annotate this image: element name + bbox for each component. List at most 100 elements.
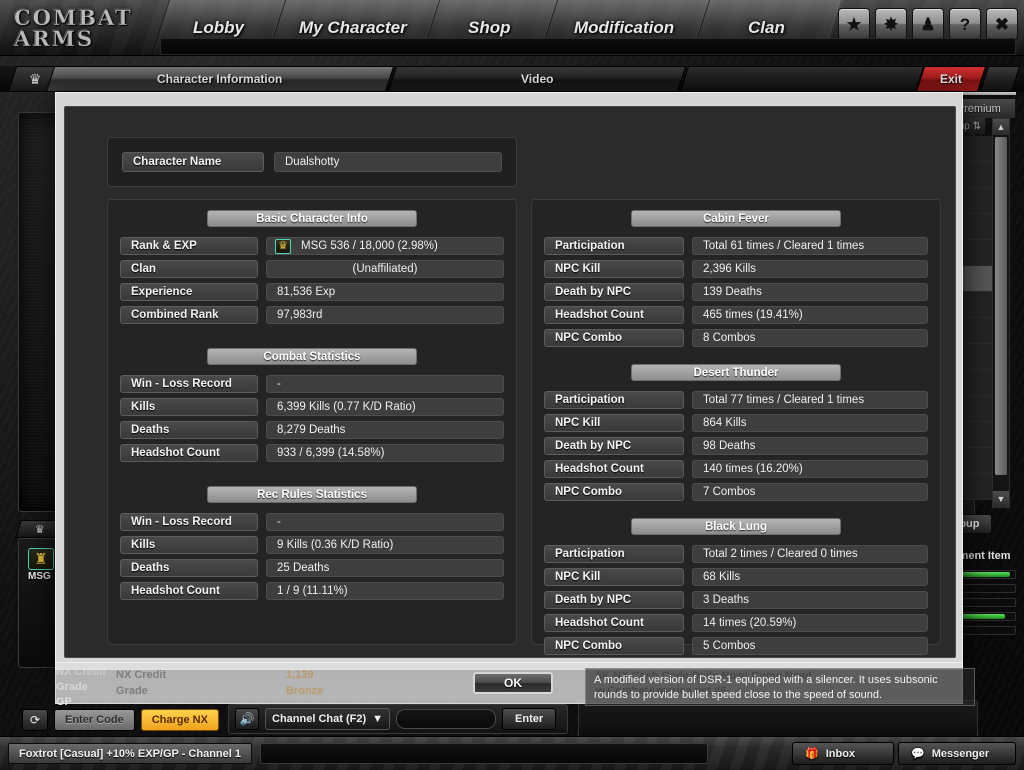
nav-label: My Character xyxy=(299,18,407,37)
row-label: NPC Combo xyxy=(544,637,684,655)
bell-icon[interactable]: ♟ xyxy=(912,8,944,40)
exit-label: Exit xyxy=(939,72,962,86)
rank-badge-icon: ♛ xyxy=(275,238,291,254)
help-icon[interactable]: ? xyxy=(949,8,981,40)
section-desert-thunder: Desert Thunder Participation Total 77 ti… xyxy=(532,347,940,501)
row-label: NPC Kill xyxy=(544,414,684,432)
chat-input[interactable] xyxy=(396,709,497,729)
row-label: NPC Combo xyxy=(544,329,684,347)
charge-nx-button[interactable]: Charge NX xyxy=(140,709,219,731)
row-label: Rank & EXP xyxy=(120,237,258,255)
row-label: Headshot Count xyxy=(544,614,684,632)
messenger-button[interactable]: 💬 Messenger xyxy=(898,742,1016,765)
section-rows: Participation Total 2 times / Cleared 0 … xyxy=(544,545,928,655)
row-value: 465 times (19.41%) xyxy=(692,306,928,324)
ghost-row: Grade Bronze xyxy=(116,685,324,697)
section-basic-character-info: Basic Character Info Rank & EXP ♛ MSG 53… xyxy=(108,200,516,324)
right-stats-panel: Cabin Fever Participation Total 61 times… xyxy=(531,199,941,655)
row-label: Death by NPC xyxy=(544,283,684,301)
character-name-card: Character Name Dualshotty xyxy=(107,137,517,187)
gear-icon[interactable]: ✸ xyxy=(875,8,907,40)
row-label: Participation xyxy=(544,545,684,563)
row-value: 140 times (16.20%) xyxy=(692,460,928,478)
row-label: Deaths xyxy=(120,421,258,439)
row-value: 5 Combos xyxy=(692,637,928,655)
row-value: 6,399 Kills (0.77 K/D Ratio) xyxy=(266,398,504,416)
character-name-value: Dualshotty xyxy=(274,152,502,172)
section-rec-rules-statistics: Rec Rules Statistics Win - Loss Record -… xyxy=(108,462,516,600)
refresh-icon[interactable]: ⟳ xyxy=(22,709,48,731)
row-value: (Unaffiliated) xyxy=(266,260,504,278)
section-rows: Win - Loss Record - Kills 9 Kills (0.36 … xyxy=(120,513,504,600)
section-title: Rec Rules Statistics xyxy=(207,486,417,503)
row-value: 933 / 6,399 (14.58%) xyxy=(266,444,504,462)
nav-icon-buttons: ★ ✸ ♟ ? ✖ xyxy=(838,8,1018,40)
ok-button[interactable]: OK xyxy=(473,672,553,694)
chat-log xyxy=(578,700,978,740)
chat-enter-button[interactable]: Enter xyxy=(502,708,557,730)
scrollbar-thumb[interactable] xyxy=(995,137,1007,475)
section-title: Cabin Fever xyxy=(631,210,841,227)
dialog-body: Character Name Dualshotty Basic Characte… xyxy=(64,106,956,658)
close-icon[interactable]: ✖ xyxy=(986,8,1018,40)
section-cabin-fever: Cabin Fever Participation Total 61 times… xyxy=(532,200,940,347)
status-bar: Foxtrot [Casual] +10% EXP/GP - Channel 1… xyxy=(0,736,1024,770)
table-row: NPC Combo 7 Combos xyxy=(544,483,928,501)
row-label: Win - Loss Record xyxy=(120,513,258,531)
table-row: Rank & EXP ♛ MSG 536 / 18,000 (2.98%) xyxy=(120,237,504,255)
row-value: 98 Deaths xyxy=(692,437,928,455)
top-navigation-bar: COMBAT ARMS Lobby My Character Shop Modi… xyxy=(0,0,1024,56)
status-input-field[interactable] xyxy=(260,743,708,764)
row-value: 9 Kills (0.36 K/D Ratio) xyxy=(266,536,504,554)
table-row: Win - Loss Record - xyxy=(120,513,504,531)
section-rows: Participation Total 61 times / Cleared 1… xyxy=(544,237,928,347)
row-label: NPC Kill xyxy=(544,260,684,278)
game-window: COMBAT ARMS Lobby My Character Shop Modi… xyxy=(0,0,1024,770)
chat-channel-select[interactable]: Channel Chat (F2) ▼ xyxy=(265,708,391,730)
row-label: Participation xyxy=(544,391,684,409)
nav-label: Modification xyxy=(573,18,674,37)
row-label: NPC Combo xyxy=(544,483,684,501)
nav-label: Lobby xyxy=(192,18,244,37)
stat-bar xyxy=(960,626,1016,635)
inbox-button[interactable]: 🎁 Inbox xyxy=(792,742,894,765)
row-label: Clan xyxy=(120,260,258,278)
section-title: Black Lung xyxy=(631,518,841,535)
chat-bubble-icon: 💬 xyxy=(911,748,925,760)
shop-scrollbar[interactable]: ▲ ▼ xyxy=(992,118,1010,508)
tab-character-information[interactable]: Character Information xyxy=(45,66,395,92)
row-value: 3 Deaths xyxy=(692,591,928,609)
tab-strip: ♛ Character Information Video Exit xyxy=(0,66,1024,92)
table-row: Headshot Count 933 / 6,399 (14.58%) xyxy=(120,444,504,462)
table-row: NPC Kill 2,396 Kills xyxy=(544,260,928,278)
table-row: Participation Total 77 times / Cleared 1… xyxy=(544,391,928,409)
table-row: NPC Combo 8 Combos xyxy=(544,329,928,347)
exit-button[interactable]: Exit xyxy=(915,66,987,92)
chat-channel-label: Channel Chat (F2) xyxy=(272,713,367,725)
table-row: Death by NPC 139 Deaths xyxy=(544,283,928,301)
table-row: Headshot Count 1 / 9 (11.11%) xyxy=(120,582,504,600)
scroll-up-icon[interactable]: ▲ xyxy=(993,119,1009,135)
stat-bar xyxy=(960,570,1016,579)
section-rows: Participation Total 77 times / Cleared 1… xyxy=(544,391,928,501)
table-row: Win - Loss Record - xyxy=(120,375,504,393)
row-value: 8,279 Deaths xyxy=(266,421,504,439)
chevron-down-icon: ▼ xyxy=(372,713,384,725)
tab-right-cap xyxy=(979,66,1021,92)
row-label: Death by NPC xyxy=(544,437,684,455)
scroll-down-icon[interactable]: ▼ xyxy=(993,491,1009,507)
table-row: Headshot Count 14 times (20.59%) xyxy=(544,614,928,632)
rank-badge-icon: ♜ xyxy=(28,548,54,570)
character-information-dialog: Character Name Dualshotty Basic Characte… xyxy=(55,92,963,670)
enter-code-button[interactable]: Enter Code xyxy=(54,709,135,731)
speaker-icon[interactable]: 🔊 xyxy=(235,708,259,730)
row-value: 81,536 Exp xyxy=(266,283,504,301)
table-row: NPC Kill 68 Kills xyxy=(544,568,928,586)
left-stats-panel: Basic Character Info Rank & EXP ♛ MSG 53… xyxy=(107,199,517,645)
star-icon[interactable]: ★ xyxy=(838,8,870,40)
channel-status-label: Foxtrot [Casual] +10% EXP/GP - Channel 1 xyxy=(8,743,252,764)
rank-abbreviation: MSG xyxy=(28,571,51,582)
row-label: Headshot Count xyxy=(120,444,258,462)
row-value: 25 Deaths xyxy=(266,559,504,577)
tab-video[interactable]: Video xyxy=(387,66,687,92)
